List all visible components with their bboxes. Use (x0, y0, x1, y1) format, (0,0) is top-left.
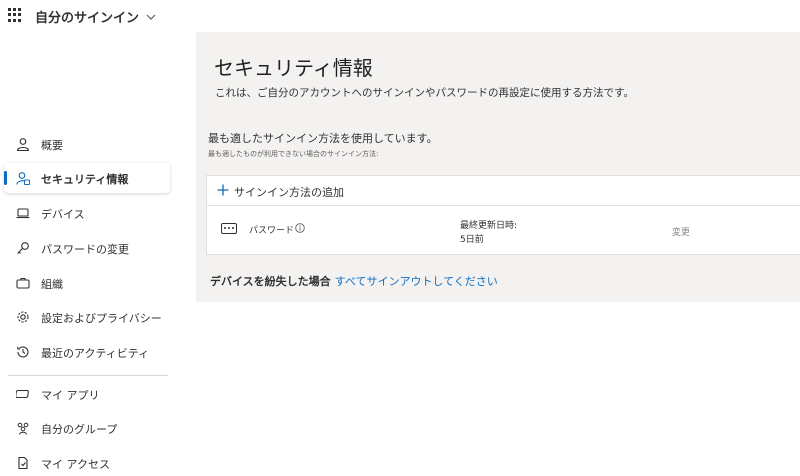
method-name: パスワード (249, 226, 295, 236)
sidebar-item-my-access[interactable]: マイ アクセス (4, 448, 170, 476)
default-method-subtitle: 最も適したものが利用できない場合のサインイン方法: (208, 150, 379, 158)
sign-in-methods-card: サインイン方法の追加 パスワード 最終更新日時: 5日前 変更 (206, 175, 800, 255)
method-row-password: パスワード 最終更新日時: 5日前 変更 (207, 206, 800, 256)
app-title-menu[interactable]: 自分のサインイン (35, 7, 157, 26)
sidebar-item-organizations[interactable]: 組織 (4, 268, 170, 298)
groups-icon (17, 422, 29, 435)
lost-device-label: デバイスを紛失した場合 (210, 275, 331, 288)
sidebar-item-my-groups[interactable]: 自分のグループ (4, 413, 170, 443)
app-title: 自分のサインイン (35, 11, 140, 26)
apps-icon (16, 389, 29, 399)
app-launcher-icon[interactable] (8, 8, 22, 22)
sidebar-item-devices[interactable]: デバイス (4, 198, 170, 228)
sidebar-item-label: 自分のグループ (41, 423, 118, 436)
info-icon[interactable] (295, 223, 305, 233)
sidebar-item-label: パスワードの変更 (41, 243, 129, 256)
history-icon (17, 346, 29, 358)
chevron-down-icon (146, 14, 156, 20)
change-password-button[interactable]: 変更 (672, 225, 690, 238)
sidebar-item-settings-privacy[interactable]: 設定およびプライバシー (4, 302, 170, 332)
sidebar-item-label: 最近のアクティビティ (41, 347, 150, 360)
sidebar-item-label: セキュリティ情報 (41, 173, 129, 186)
add-sign-in-method-button[interactable]: サインイン方法の追加 (207, 176, 800, 206)
sidebar-item-label: マイ アプリ (41, 389, 100, 402)
sidebar-item-label: マイ アクセス (41, 458, 110, 471)
access-icon (18, 456, 28, 470)
last-updated-label: 最終更新日時: (460, 221, 518, 231)
sidebar-item-label: 概要 (41, 139, 63, 152)
sidebar-item-change-password[interactable]: パスワードの変更 (4, 233, 170, 263)
page-title: セキュリティ情報 (214, 56, 373, 80)
last-updated-value: 5日前 (460, 235, 484, 245)
key-icon (17, 242, 29, 254)
sidebar-item-my-apps[interactable]: マイ アプリ (4, 379, 170, 409)
main-content: セキュリティ情報 これは、ご自分のアカウントへのサインインやパスワードの再設定に… (196, 32, 800, 302)
sidebar: 概要 セキュリティ情報 デバイス パスワードの変更 組織 設定およびプライバシー… (0, 32, 196, 476)
page-description: これは、ご自分のアカウントへのサインインやパスワードの再設定に使用する方法です。 (215, 87, 634, 99)
top-bar: 自分のサインイン (0, 0, 800, 32)
plus-icon (217, 184, 229, 196)
person-icon (16, 138, 30, 151)
sidebar-divider (8, 375, 168, 376)
sidebar-item-label: 設定およびプライバシー (41, 312, 162, 325)
sidebar-item-label: デバイス (41, 208, 85, 221)
sidebar-item-label: 組織 (41, 278, 63, 291)
sidebar-item-overview[interactable]: 概要 (4, 129, 170, 159)
laptop-icon (16, 208, 30, 219)
sidebar-item-recent-activity[interactable]: 最近のアクティビティ (4, 337, 170, 367)
password-icon (221, 223, 237, 234)
add-sign-in-method-label: サインイン方法の追加 (234, 186, 344, 199)
briefcase-icon (16, 277, 30, 289)
sign-out-everywhere-link[interactable]: すべてサインアウトしてください (335, 275, 498, 288)
gear-icon (17, 311, 29, 323)
default-method-title: 最も適したサインイン方法を使用しています。 (208, 132, 438, 145)
lost-device-section: デバイスを紛失した場合 すべてサインアウトしてください (210, 273, 498, 289)
security-info-icon (16, 172, 30, 185)
sidebar-item-security-info[interactable]: セキュリティ情報 (4, 163, 170, 193)
